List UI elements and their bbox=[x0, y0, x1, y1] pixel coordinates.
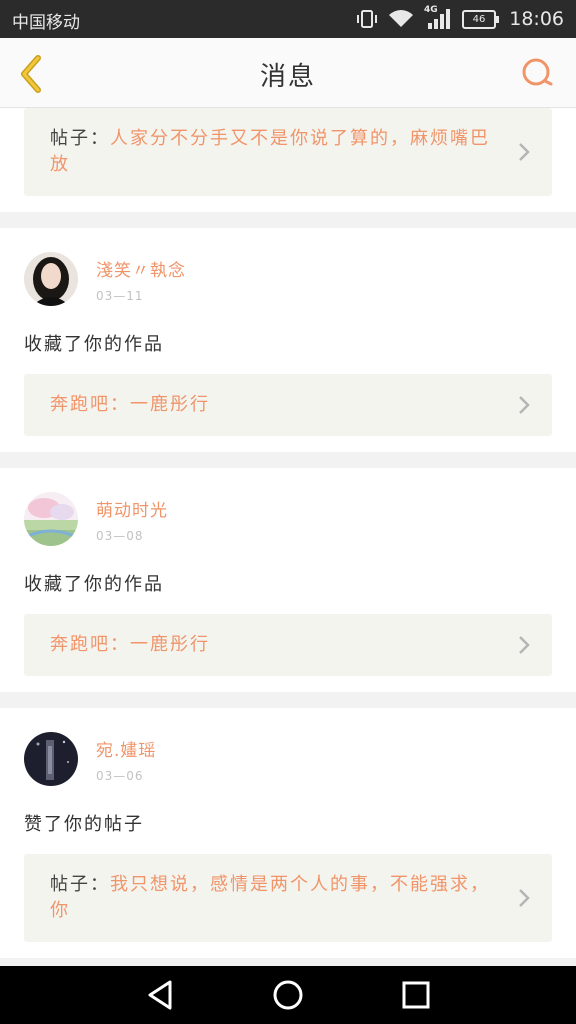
message-card: 宛.嫿瑶 03—06 赞了你的帖子 帖子：我只想说，感情是两个人的事，不能强求，… bbox=[0, 708, 576, 958]
page-title: 消息 bbox=[259, 62, 316, 92]
action-text: 赞了你的帖子 bbox=[24, 814, 144, 835]
chevron-right-icon bbox=[519, 636, 530, 654]
timestamp: 03—08 bbox=[96, 529, 144, 543]
avatar[interactable] bbox=[24, 732, 78, 786]
post-quote-link[interactable]: 帖子：人家分不分手又不是你说了算的，麻烦嘴巴放 bbox=[24, 108, 552, 196]
app-header: 消息 bbox=[0, 38, 576, 108]
divider bbox=[0, 692, 576, 708]
battery-icon: 46 bbox=[462, 9, 499, 29]
quote-label: 帖子： bbox=[50, 128, 110, 149]
system-nav-bar bbox=[0, 966, 576, 1024]
quote-text: 奔跑吧：一鹿彤行 bbox=[50, 394, 210, 415]
wifi-icon bbox=[389, 10, 413, 27]
username[interactable]: 宛.嫿瑶 bbox=[96, 736, 156, 761]
username[interactable]: 淺笑〃執念 bbox=[96, 256, 186, 281]
action-text: 收藏了你的作品 bbox=[24, 574, 164, 595]
message-card: 淺笑〃執念 03—11 收藏了你的作品 奔跑吧：一鹿彤行 bbox=[0, 228, 576, 452]
message-card: 萌动时光 03—08 收藏了你的作品 奔跑吧：一鹿彤行 bbox=[0, 468, 576, 692]
divider bbox=[0, 212, 576, 228]
chevron-right-icon bbox=[519, 396, 530, 414]
quote-label: 帖子： bbox=[50, 874, 110, 895]
status-bar: 中国移动 4G 46 18:06 bbox=[0, 0, 576, 38]
vibrate-icon bbox=[357, 10, 377, 28]
status-icons: 4G 46 bbox=[356, 5, 499, 33]
home-nav-icon[interactable] bbox=[270, 977, 306, 1013]
quote-text: 人家分不分手又不是你说了算的，麻烦嘴巴放 bbox=[50, 128, 490, 175]
username[interactable]: 萌动时光 bbox=[96, 496, 168, 521]
clock: 18:06 bbox=[509, 8, 564, 30]
timestamp: 03—06 bbox=[96, 769, 144, 783]
action-text: 收藏了你的作品 bbox=[24, 334, 164, 355]
back-nav-icon[interactable] bbox=[142, 977, 178, 1013]
cell-signal-icon: 4G bbox=[424, 5, 452, 30]
carrier-name: 中国移动 bbox=[12, 13, 80, 33]
chevron-right-icon bbox=[519, 143, 530, 161]
post-quote-link[interactable]: 奔跑吧：一鹿彤行 bbox=[24, 614, 552, 676]
message-list[interactable]: 帖子：人家分不分手又不是你说了算的，麻烦嘴巴放 淺笑〃執念 03—11 收藏了你… bbox=[0, 108, 576, 974]
post-quote-link[interactable]: 奔跑吧：一鹿彤行 bbox=[24, 374, 552, 436]
quote-text: 我只想说，感情是两个人的事，不能强求，你 bbox=[50, 874, 490, 921]
search-icon[interactable] bbox=[520, 56, 554, 90]
timestamp: 03—11 bbox=[96, 289, 144, 303]
recents-nav-icon[interactable] bbox=[398, 977, 434, 1013]
chevron-right-icon bbox=[519, 889, 530, 907]
divider bbox=[0, 452, 576, 468]
post-quote-link[interactable]: 帖子：我只想说，感情是两个人的事，不能强求，你 bbox=[24, 854, 552, 942]
quote-text: 奔跑吧：一鹿彤行 bbox=[50, 634, 210, 655]
message-card: 帖子：人家分不分手又不是你说了算的，麻烦嘴巴放 bbox=[0, 108, 576, 212]
avatar[interactable] bbox=[24, 492, 78, 546]
avatar[interactable] bbox=[24, 252, 78, 306]
